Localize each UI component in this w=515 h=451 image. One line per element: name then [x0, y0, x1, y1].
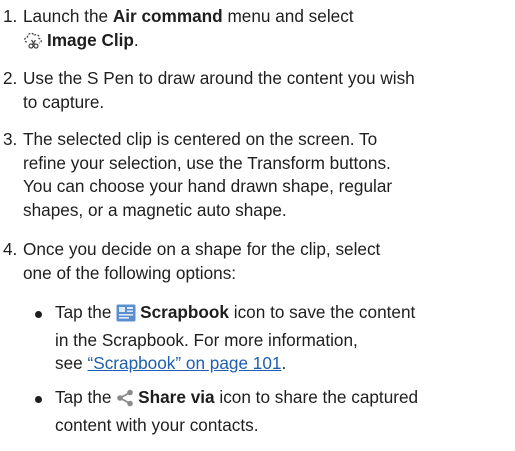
- step-line: Image Clip.: [23, 29, 505, 57]
- step-line: one of the following options:: [23, 262, 237, 283]
- step-line: You can choose your hand drawn shape, re…: [23, 176, 393, 196]
- step-line: shapes, or a magnetic auto shape.: [23, 199, 287, 220]
- bullet-dot: [35, 396, 42, 403]
- bullet-text: Tap the Share via icon to share the capt…: [55, 386, 505, 437]
- bullet-line: Tap the Share via icon to share the capt…: [55, 386, 505, 414]
- step-text: Use the S Pen to draw around the content…: [23, 67, 505, 114]
- step-line: refine your selection, use the Transform…: [23, 152, 391, 173]
- step-line: The selected clip is centered on the scr…: [23, 129, 378, 149]
- step-number: 1.: [3, 6, 18, 26]
- text-fragment: icon to share the captured: [214, 387, 419, 407]
- step-number: 3.: [3, 129, 18, 149]
- scrapbook-page-link[interactable]: “Scrapbook” on page 101: [88, 353, 282, 373]
- text-fragment: .: [133, 29, 139, 50]
- step-text: Launch the Air command menu and select I…: [23, 5, 505, 56]
- scrapbook-icon: [116, 304, 136, 329]
- bullet-line: content with your contacts.: [55, 414, 259, 435]
- bullet-line: Tap the Scrapbook icon to save the conte…: [55, 301, 505, 329]
- step-text: Once you decide on a shape for the clip,…: [23, 238, 505, 285]
- text-fragment: Launch the: [23, 6, 113, 26]
- share-via-label: Share via: [138, 387, 215, 407]
- bullet-text: Tap the Scrapbook icon to save the conte…: [55, 301, 505, 376]
- step-text: The selected clip is centered on the scr…: [23, 128, 505, 222]
- step-line: Launch the Air command menu and select: [23, 5, 505, 29]
- text-fragment: icon to save the content: [228, 302, 416, 322]
- bullet-line: see “Scrapbook” on page 101.: [55, 352, 505, 376]
- text-fragment: Tap the: [55, 387, 117, 407]
- text-fragment: Tap the: [55, 302, 117, 322]
- step-line: Once you decide on a shape for the clip,…: [23, 239, 381, 259]
- image-clip-icon: [23, 30, 43, 57]
- text-fragment: see: [55, 353, 88, 373]
- step-line: Use the S Pen to draw around the content…: [23, 68, 415, 88]
- text-fragment: menu and select: [222, 6, 354, 26]
- bullet-line: in the Scrapbook. For more information,: [55, 329, 358, 350]
- instructions-page: 1. Launch the Air command menu and selec…: [0, 0, 515, 451]
- image-clip-label: Image Clip: [47, 29, 134, 50]
- air-command-label: Air command: [112, 6, 223, 26]
- text-fragment: .: [281, 353, 287, 373]
- scrapbook-label: Scrapbook: [140, 302, 229, 322]
- step-line: to capture.: [23, 91, 105, 112]
- share-icon: [116, 389, 134, 414]
- step-number: 4.: [3, 239, 18, 259]
- bullet-dot: [35, 311, 42, 318]
- step-number: 2.: [3, 68, 18, 88]
